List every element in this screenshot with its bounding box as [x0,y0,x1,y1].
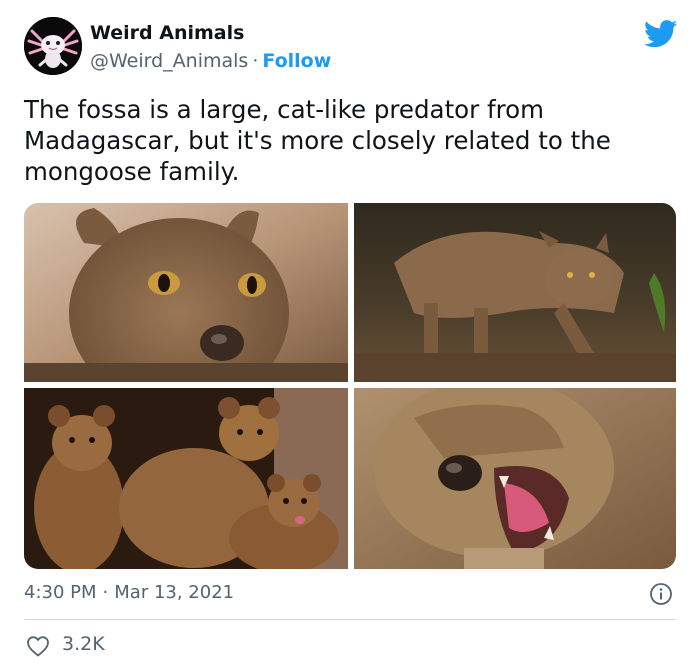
handle-row: @Weird_Animals · Follow [90,50,331,72]
handle[interactable]: @Weird_Animals [90,50,248,72]
follow-button[interactable]: Follow [262,50,331,72]
axolotl-avatar-icon [24,17,82,75]
timestamp[interactable]: 4:30 PM · Mar 13, 2021 [24,582,234,603]
twitter-bird-icon[interactable] [644,20,678,48]
three-fossas-photo[interactable] [24,388,348,569]
like-count[interactable]: 3.2K [62,633,105,655]
display-name[interactable]: Weird Animals [90,22,244,44]
avatar[interactable] [24,17,82,75]
tweet-date[interactable]: Mar 13, 2021 [114,582,234,603]
tweet-card: Weird Animals @Weird_Animals · Follow The … [0,0,700,672]
fossa-face-closeup-photo[interactable] [24,203,348,382]
divider [24,619,676,620]
fossa-yawning-photo[interactable] [354,388,676,569]
tweet-text: The fossa is a large, cat-like predator … [24,95,611,186]
separator-dot: · [252,50,259,72]
separator-dot: · [102,582,109,603]
info-icon[interactable] [649,582,673,606]
heart-icon[interactable] [26,635,50,657]
tweet-time[interactable]: 4:30 PM [24,582,97,603]
fossa-walking-photo[interactable] [354,203,676,382]
